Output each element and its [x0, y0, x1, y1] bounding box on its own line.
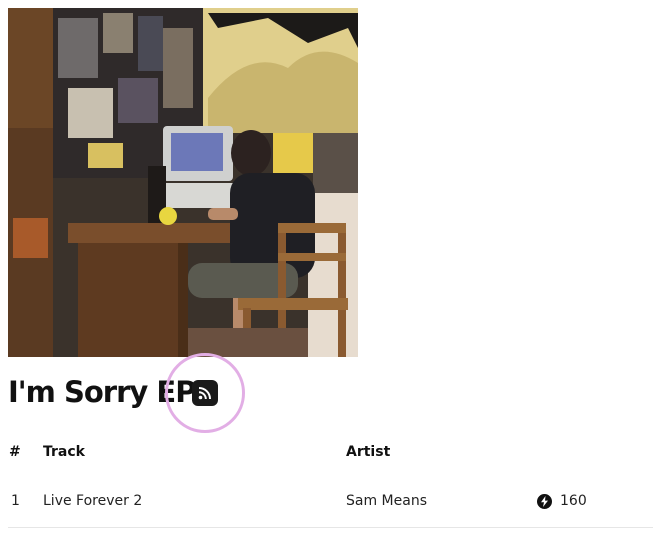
column-header-number: # [9, 444, 21, 460]
album-cover-photo [8, 8, 358, 357]
row-divider [8, 527, 653, 528]
play-count: 160 [560, 493, 587, 509]
track-title[interactable]: Live Forever 2 [43, 493, 142, 509]
column-header-artist[interactable]: Artist [346, 444, 390, 460]
lightning-bolt-icon [537, 493, 552, 509]
column-header-track[interactable]: Track [43, 444, 85, 460]
album-cover[interactable] [8, 8, 358, 357]
track-number: 1 [11, 493, 20, 509]
rss-feed-button[interactable] [192, 380, 218, 406]
track-artist[interactable]: Sam Means [346, 493, 427, 509]
track-plays: 160 [537, 493, 587, 509]
rss-highlight-ring [165, 353, 245, 433]
rss-feed-icon [198, 387, 211, 400]
